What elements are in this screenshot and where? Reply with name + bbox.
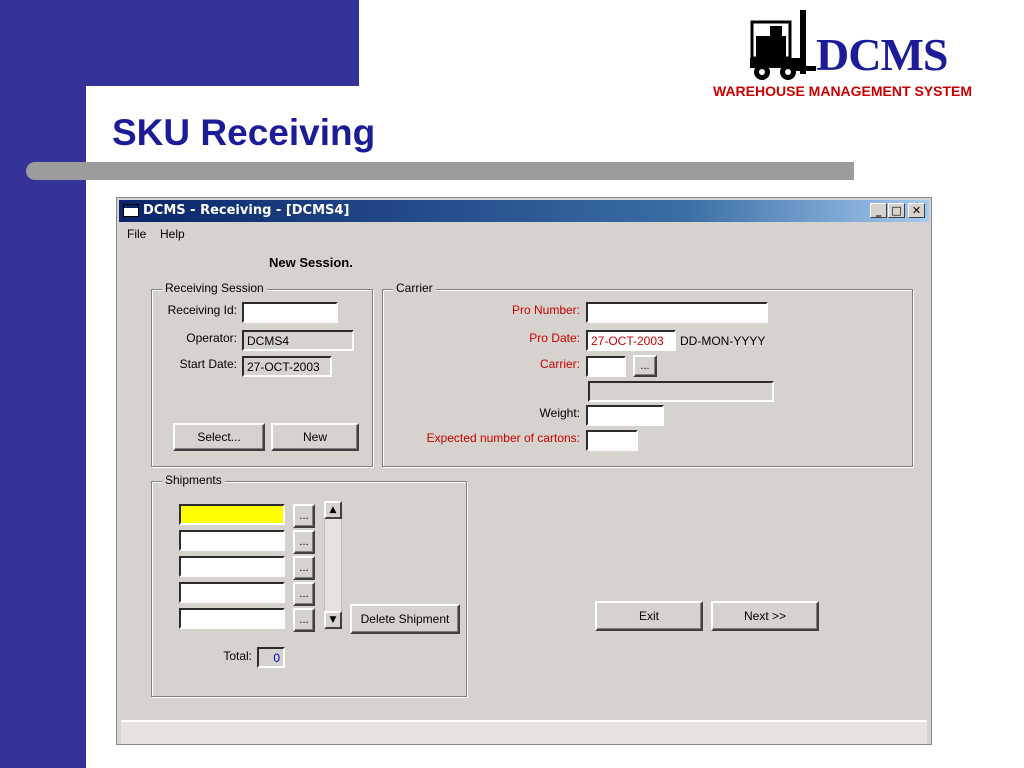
- carrier-name-field: [588, 381, 774, 402]
- scroll-down-button[interactable]: ▼: [324, 611, 342, 629]
- receiving-session-title: Receiving Session: [162, 281, 267, 295]
- next-button-label: Next >>: [743, 609, 787, 623]
- shipment-lookup-button-3[interactable]: ...: [293, 556, 315, 580]
- pro-date-label: Pro Date:: [529, 331, 580, 345]
- receiving-session-group: Receiving Session Receiving Id: Operator…: [151, 281, 373, 467]
- receiving-id-label: Receiving Id:: [167, 303, 237, 317]
- new-button[interactable]: New: [271, 423, 359, 451]
- slide-left-bar: [0, 0, 86, 768]
- shipment-input-3[interactable]: [179, 556, 285, 577]
- window-app-icon[interactable]: [123, 204, 139, 217]
- window-client-area: New Session. Receiving Session Receiving…: [119, 246, 929, 744]
- close-button[interactable]: ✕: [908, 203, 925, 218]
- shipment-lookup-label-2: ...: [299, 536, 309, 548]
- carrier-lookup-label: ...: [640, 360, 650, 372]
- delete-shipment-label: Delete Shipment: [360, 612, 450, 626]
- menu-file[interactable]: File: [127, 227, 146, 241]
- minimize-button[interactable]: _: [870, 203, 887, 218]
- exit-button[interactable]: Exit: [595, 601, 703, 631]
- session-status-label: New Session.: [269, 255, 353, 270]
- shipment-lookup-label-4: ...: [299, 588, 309, 600]
- pro-number-label: Pro Number:: [511, 303, 580, 317]
- start-date-field: 27-OCT-2003: [242, 356, 332, 377]
- expected-cartons-input[interactable]: [586, 430, 638, 451]
- date-format-hint: DD-MON-YYYY: [680, 334, 766, 348]
- select-button[interactable]: Select...: [173, 423, 265, 451]
- pro-number-input[interactable]: [586, 302, 768, 323]
- shipments-scrollbar-track[interactable]: [324, 519, 342, 611]
- shipment-lookup-label-3: ...: [299, 562, 309, 574]
- carrier-title: Carrier: [393, 281, 436, 295]
- new-button-label: New: [302, 430, 327, 444]
- maximize-button[interactable]: □: [888, 203, 905, 218]
- exit-button-label: Exit: [638, 609, 659, 623]
- logo-subtitle: WAREHOUSE MANAGEMENT SYSTEM: [713, 83, 973, 99]
- operator-field: DCMS4: [242, 330, 354, 351]
- operator-label: Operator:: [186, 331, 237, 345]
- shipment-lookup-label-1: ...: [299, 510, 309, 522]
- weight-input[interactable]: [586, 405, 664, 426]
- shipment-input-5[interactable]: [179, 608, 285, 629]
- shipment-lookup-button-2[interactable]: ...: [293, 530, 315, 554]
- shipment-lookup-button-5[interactable]: ...: [293, 608, 315, 632]
- delete-shipment-button[interactable]: Delete Shipment: [350, 604, 460, 634]
- shipments-title: Shipments: [162, 473, 225, 487]
- expected-cartons-label: Expected number of cartons:: [426, 431, 580, 445]
- shipment-input-1[interactable]: [179, 504, 285, 525]
- receiving-window: DCMS - Receiving - [DCMS4] _ □ ✕ File He…: [116, 197, 932, 745]
- shipments-group: Shipments ... ... ... ... ... ▲ ▼ Delete…: [151, 473, 467, 697]
- window-titlebar[interactable]: DCMS - Receiving - [DCMS4] _ □ ✕: [119, 200, 929, 222]
- menu-bar: File Help: [119, 223, 929, 245]
- shipment-lookup-button-1[interactable]: ...: [293, 504, 315, 528]
- dcms-logo: DCMS WAREHOUSE MANAGEMENT SYSTEM: [712, 6, 1012, 102]
- pro-date-input[interactable]: 27-OCT-2003: [586, 330, 676, 351]
- slide-title: SKU Receiving: [112, 112, 376, 153]
- receiving-id-input[interactable]: [242, 302, 338, 323]
- shipment-input-2[interactable]: [179, 530, 285, 551]
- window-title: DCMS - Receiving - [DCMS4]: [143, 203, 350, 218]
- carrier-group: Carrier Pro Number: Pro Date: 27-OCT-200…: [382, 281, 913, 467]
- next-button[interactable]: Next >>: [711, 601, 819, 631]
- scroll-up-button[interactable]: ▲: [324, 501, 342, 519]
- slide-top-block: [0, 0, 359, 86]
- select-button-label: Select...: [197, 430, 241, 444]
- total-label: Total:: [223, 649, 252, 663]
- title-divider: [26, 162, 854, 180]
- total-field: 0: [257, 647, 285, 668]
- status-bar: [121, 720, 927, 744]
- menu-help[interactable]: Help: [160, 227, 185, 241]
- forklift-icon: [750, 10, 816, 80]
- carrier-code-input[interactable]: [586, 356, 626, 377]
- shipment-lookup-label-5: ...: [299, 614, 309, 626]
- carrier-lookup-button[interactable]: ...: [633, 355, 657, 377]
- shipment-input-4[interactable]: [179, 582, 285, 603]
- logo-text: DCMS: [816, 29, 948, 80]
- weight-label: Weight:: [539, 406, 580, 420]
- shipment-lookup-button-4[interactable]: ...: [293, 582, 315, 606]
- start-date-label: Start Date:: [179, 357, 237, 371]
- carrier-label: Carrier:: [539, 357, 580, 371]
